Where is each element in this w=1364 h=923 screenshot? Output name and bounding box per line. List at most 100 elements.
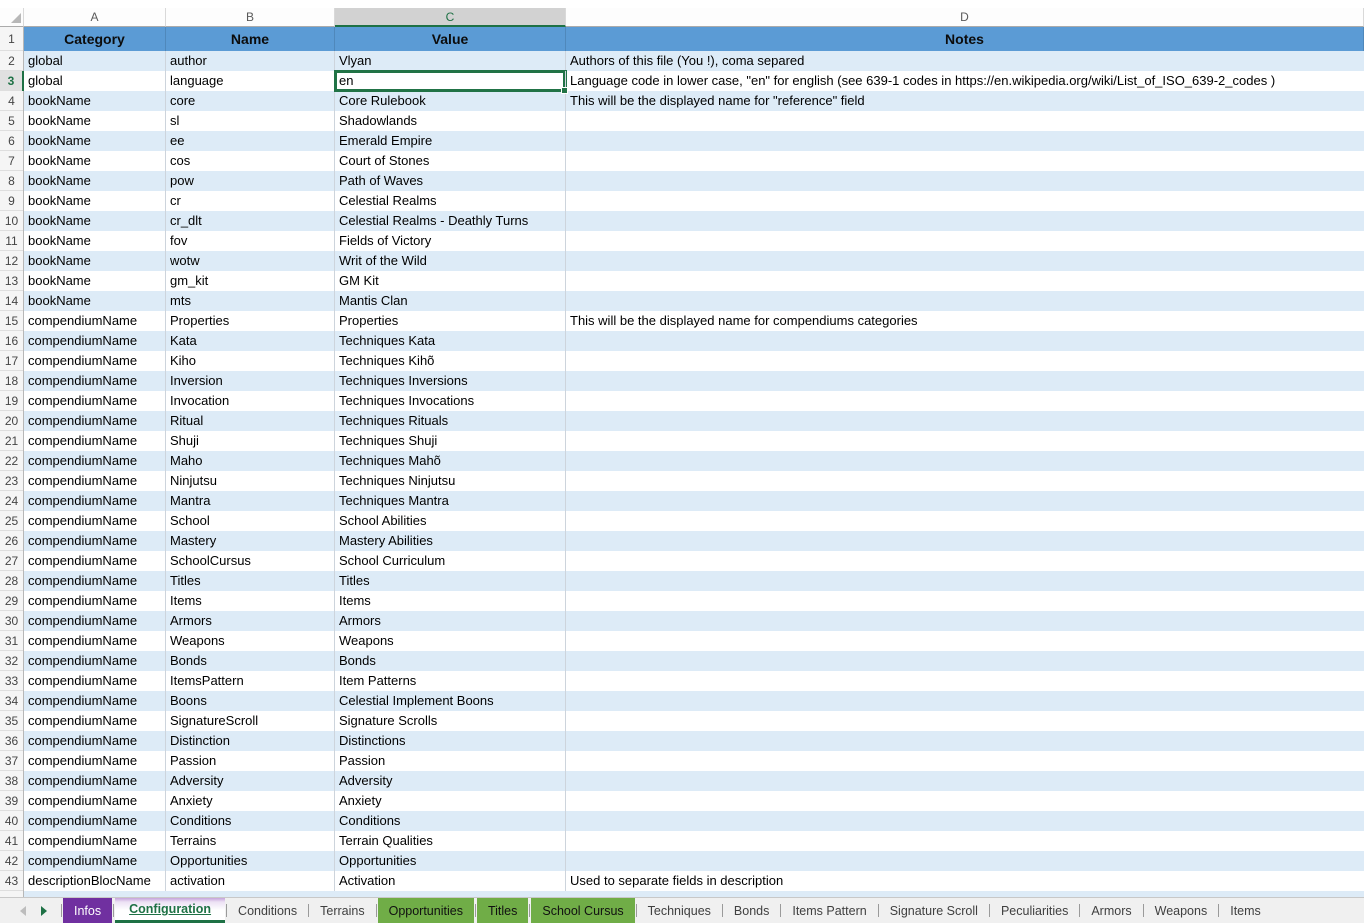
cell-value[interactable]: Techniques Shuji (335, 431, 566, 451)
row-number[interactable]: 8 (0, 171, 24, 191)
cell-value[interactable]: School Abilities (335, 511, 566, 531)
cell-value[interactable]: Techniques Kihõ (335, 351, 566, 371)
cell-category[interactable]: compendiumName (24, 651, 166, 671)
cell-value[interactable]: Techniques Rituals (335, 411, 566, 431)
cell-category[interactable]: bookName (24, 151, 166, 171)
sheet-tab-terrains[interactable]: Terrains (309, 898, 375, 923)
row-number[interactable]: 31 (0, 631, 24, 651)
cell-name[interactable]: sl (166, 111, 335, 131)
cell-category[interactable]: global (24, 71, 166, 91)
cell-category[interactable]: bookName (24, 231, 166, 251)
cell-note[interactable] (566, 611, 1364, 631)
cell-note[interactable] (566, 691, 1364, 711)
cell-value[interactable]: Terrain Qualities (335, 831, 566, 851)
cell-value[interactable]: Celestial Implement Boons (335, 691, 566, 711)
table-column-header-name[interactable]: Name (166, 27, 335, 51)
cell-category[interactable]: compendiumName (24, 571, 166, 591)
cell-name[interactable]: Inversion (166, 371, 335, 391)
cell-value[interactable]: Court of Stones (335, 151, 566, 171)
cell-note[interactable] (566, 631, 1364, 651)
sheet-tab-techniques[interactable]: Techniques (637, 898, 722, 923)
cell-name[interactable]: author (166, 51, 335, 71)
row-number[interactable]: 22 (0, 451, 24, 471)
cell-value[interactable]: Passion (335, 751, 566, 771)
cell-name[interactable]: activation (166, 871, 335, 891)
cell-note[interactable]: This will be the displayed name for comp… (566, 311, 1364, 331)
cell-note[interactable] (566, 411, 1364, 431)
row-number[interactable]: 43 (0, 871, 24, 891)
row-number[interactable]: 14 (0, 291, 24, 311)
row-number[interactable]: 15 (0, 311, 24, 331)
cell-name[interactable]: Items (166, 591, 335, 611)
cell-category[interactable]: compendiumName (24, 791, 166, 811)
sheet-tab-items[interactable]: Items (1219, 898, 1272, 923)
cell-value[interactable]: Armors (335, 611, 566, 631)
cell-note[interactable]: Authors of this file (You !), coma separ… (566, 51, 1364, 71)
cell-name[interactable]: language (166, 71, 335, 91)
cell-name[interactable]: cr_dlt (166, 211, 335, 231)
cell-note[interactable] (566, 151, 1364, 171)
row-number[interactable]: 36 (0, 731, 24, 751)
cell-category[interactable]: compendiumName (24, 391, 166, 411)
cell-category[interactable]: compendiumName (24, 411, 166, 431)
cell-name[interactable]: Armors (166, 611, 335, 631)
cell-name[interactable]: Ritual (166, 411, 335, 431)
row-number[interactable]: 25 (0, 511, 24, 531)
prev-sheet-icon[interactable] (20, 906, 26, 916)
row-number[interactable]: 28 (0, 571, 24, 591)
row-number[interactable]: 9 (0, 191, 24, 211)
cell-note[interactable] (566, 591, 1364, 611)
sheet-tab-school-cursus[interactable]: School Cursus (531, 898, 634, 923)
cell-value[interactable]: Weapons (335, 631, 566, 651)
sheet-tab-opportunities[interactable]: Opportunities (378, 898, 474, 923)
cell-category[interactable]: bookName (24, 251, 166, 271)
cell-note[interactable] (566, 451, 1364, 471)
cell-name[interactable]: SchoolCursus (166, 551, 335, 571)
cell-note[interactable] (566, 811, 1364, 831)
cell-name[interactable]: Properties (166, 311, 335, 331)
cell-note[interactable] (566, 531, 1364, 551)
row-number[interactable]: 11 (0, 231, 24, 251)
table-column-header-value[interactable]: Value (335, 27, 566, 51)
cell-value[interactable]: Celestial Realms - Deathly Turns (335, 211, 566, 231)
cell-note[interactable] (566, 511, 1364, 531)
cell-category[interactable]: compendiumName (24, 851, 166, 871)
cell-name[interactable]: core (166, 91, 335, 111)
cell-value[interactable]: Techniques Mahõ (335, 451, 566, 471)
cell-name[interactable]: Passion (166, 751, 335, 771)
sheet-tab-titles[interactable]: Titles (477, 898, 528, 923)
row-number[interactable]: 17 (0, 351, 24, 371)
cell-note[interactable] (566, 431, 1364, 451)
cell-note[interactable]: Language code in lower case, "en" for en… (566, 71, 1364, 91)
cell-value[interactable]: School Curriculum (335, 551, 566, 571)
cell-category[interactable]: compendiumName (24, 451, 166, 471)
cell-note[interactable] (566, 751, 1364, 771)
row-number[interactable]: 1 (0, 27, 24, 51)
cell-name[interactable]: Anxiety (166, 791, 335, 811)
cell-name[interactable]: Kata (166, 331, 335, 351)
row-number[interactable]: 6 (0, 131, 24, 151)
cell-value[interactable]: Techniques Inversions (335, 371, 566, 391)
cell-value-active[interactable]: en (335, 71, 566, 91)
cell-category[interactable]: compendiumName (24, 531, 166, 551)
cell-category[interactable]: compendiumName (24, 711, 166, 731)
cell-name[interactable]: School (166, 511, 335, 531)
cell-note[interactable] (566, 331, 1364, 351)
row-number[interactable]: 38 (0, 771, 24, 791)
cell-note[interactable] (566, 291, 1364, 311)
cell-value[interactable]: Conditions (335, 811, 566, 831)
cell-category[interactable]: bookName (24, 191, 166, 211)
cell-value[interactable]: Adversity (335, 771, 566, 791)
cell-name[interactable]: Invocation (166, 391, 335, 411)
cell-note[interactable] (566, 251, 1364, 271)
column-header-d[interactable]: D (566, 8, 1364, 27)
cell-value[interactable]: Opportunities (335, 851, 566, 871)
cell-name[interactable]: Maho (166, 451, 335, 471)
row-number[interactable]: 33 (0, 671, 24, 691)
cell-note[interactable] (566, 491, 1364, 511)
row-number[interactable]: 42 (0, 851, 24, 871)
sheet-tab-bonds[interactable]: Bonds (723, 898, 780, 923)
cell-note[interactable] (566, 551, 1364, 571)
cell-name[interactable]: Terrains (166, 831, 335, 851)
cell-value[interactable]: Techniques Invocations (335, 391, 566, 411)
